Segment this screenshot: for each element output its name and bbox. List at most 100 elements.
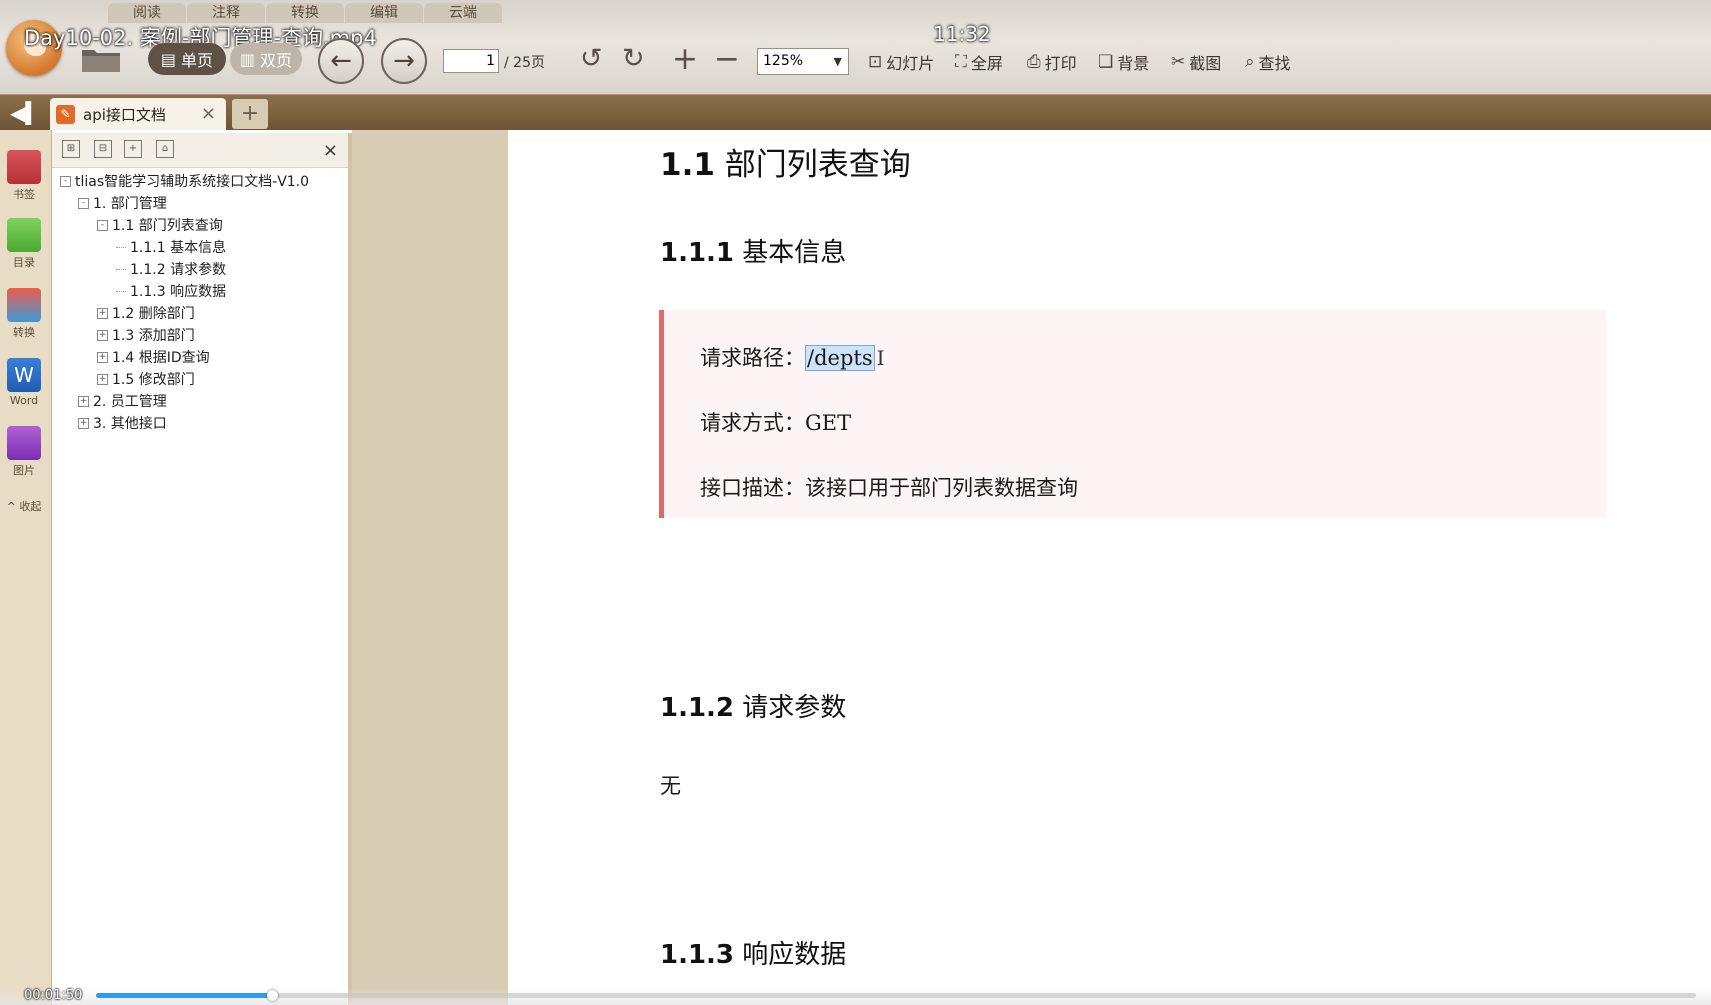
close-tab-icon[interactable]: × (201, 103, 216, 124)
toc-node-label: 1.3 添加部门 (112, 328, 195, 344)
expand-node-icon[interactable]: + (97, 373, 108, 385)
rail-collapse[interactable]: ^ 收起 (0, 498, 48, 514)
collapse-all-icon[interactable]: ⊟ (94, 140, 112, 158)
add-bookmark-icon[interactable]: + (124, 140, 142, 158)
single-page-button[interactable]: ▤ 单页 (148, 43, 226, 75)
top-toolbar: 阅读 注释 转换 编辑 云端 Day10-02. 案例-部门管理-查询.mp4 … (0, 0, 1711, 95)
zoom-select[interactable]: 125% ▼ (757, 48, 849, 75)
expand-all-icon[interactable]: ⊞ (62, 140, 80, 158)
page-total: / 25页 (504, 55, 545, 71)
rail-convert[interactable]: 转换 (0, 288, 48, 340)
rail-bookmark[interactable]: 书签 (0, 150, 48, 202)
single-page-icon: ▤ (160, 49, 177, 69)
expand-node-icon[interactable]: + (78, 417, 89, 429)
arrow-right-icon: → (393, 46, 415, 76)
toc-node-label: 1.2 删除部门 (112, 306, 195, 322)
projector-icon: ⊡ (868, 52, 883, 72)
menu-tab-read[interactable]: 阅读 (108, 3, 186, 23)
toc-node-label: 2. 员工管理 (93, 394, 167, 410)
api-description-label: 接口描述： (700, 476, 805, 500)
rail-toc[interactable]: 目录 (0, 218, 48, 270)
expand-node-icon[interactable]: + (97, 329, 108, 341)
zoom-in-icon[interactable]: + (672, 44, 698, 75)
api-description-line: 接口描述：该接口用于部门列表数据查询 (700, 472, 1078, 502)
heading-1-1-1: 1.1.1 基本信息 (660, 232, 846, 269)
heading-1-1-2: 1.1.2 请求参数 (660, 687, 846, 724)
rail-word-label: Word (9, 394, 39, 407)
toc-node[interactable]: + 1.3 添加部门 (97, 325, 195, 345)
collapse-node-icon[interactable]: - (97, 219, 108, 231)
next-page-button[interactable]: → (381, 38, 427, 84)
fullscreen-icon: ⛶ (955, 52, 967, 72)
menu-tab-edit[interactable]: 编辑 (345, 3, 423, 23)
heading-number: 1.1.2 (660, 693, 735, 723)
heading-number: 1.1.1 (660, 238, 735, 268)
find-button[interactable]: ⌕ 查找 (1245, 50, 1291, 74)
progress-track[interactable] (96, 990, 1696, 1001)
background-button[interactable]: ❏ 背景 (1098, 50, 1149, 74)
toc-node-label: tlias智能学习辅助系统接口文档-V1.0 (75, 174, 310, 190)
page-number-input[interactable] (443, 49, 499, 73)
double-page-button[interactable]: ▥ 双页 (230, 43, 302, 75)
tab-api-doc[interactable]: ✎ api接口文档 × (50, 98, 226, 130)
toc-node[interactable]: + 2. 员工管理 (78, 391, 167, 411)
rotate-left-icon[interactable]: ↺ (580, 44, 603, 74)
toc-node[interactable]: + 3. 其他接口 (78, 413, 167, 433)
screenshot-label: 截图 (1189, 54, 1222, 73)
toc-node[interactable]: - tlias智能学习辅助系统接口文档-V1.0 (60, 171, 309, 191)
fullscreen-label: 全屏 (970, 54, 1003, 73)
toc-node-label: 1.1.3 响应数据 (130, 284, 227, 300)
toc-node-label: 1.1.1 基本信息 (130, 240, 227, 256)
print-button[interactable]: ⎙ 打印 (1027, 50, 1077, 74)
heading-text: 基本信息 (734, 238, 847, 268)
previous-page-button[interactable]: ← (318, 38, 364, 84)
menu-tab-cloud[interactable]: 云端 (424, 3, 502, 23)
api-description-value: 该接口用于部门列表数据查询 (805, 476, 1078, 500)
toc-node[interactable]: + 1.4 根据ID查询 (97, 347, 210, 367)
expand-node-icon[interactable]: + (97, 351, 108, 363)
heading-1-1: 1.1 部门列表查询 (660, 139, 911, 184)
heading-number: 1.1 (660, 147, 715, 183)
zoom-out-icon[interactable]: − (714, 44, 740, 75)
open-folder-icon[interactable] (80, 44, 122, 74)
menu-tab-convert[interactable]: 转换 (266, 3, 344, 23)
expand-node-icon[interactable]: + (97, 307, 108, 319)
toc-node[interactable]: 1.1.1 基本信息 (116, 237, 226, 257)
rail-image[interactable]: 图片 (0, 426, 48, 478)
toc-node[interactable]: + 1.5 修改部门 (97, 369, 195, 389)
toc-node[interactable]: 1.1.2 请求参数 (116, 259, 226, 279)
toc-node-label: 1. 部门管理 (93, 196, 167, 212)
collapse-node-icon[interactable]: - (78, 197, 89, 209)
toc-node-label: 1.4 根据ID查询 (112, 350, 210, 366)
bookmark-outline-icon[interactable]: ⌂ (156, 140, 174, 158)
screenshot-button[interactable]: ✂ 截图 (1171, 50, 1221, 74)
collapse-sidebar-icon[interactable]: ◀▍ (10, 101, 41, 125)
collapse-node-icon[interactable]: - (60, 175, 71, 187)
slideshow-button[interactable]: ⊡ 幻灯片 (868, 50, 934, 74)
rail-word[interactable]: W Word (0, 358, 48, 407)
toc-panel: ⊞ ⊟ + ⌂ × - tlias智能学习辅助系统接口文档-V1.0 - 1. … (52, 133, 352, 1005)
progress-handle[interactable] (267, 990, 278, 1001)
toc-icon (7, 218, 41, 252)
rotate-right-icon[interactable]: ↻ (622, 44, 645, 74)
fullscreen-button[interactable]: ⛶ 全屏 (955, 50, 1003, 74)
request-path-line: 请求路径：/depts I (700, 342, 885, 372)
expand-node-icon[interactable]: + (78, 395, 89, 407)
toc-node[interactable]: - 1.1 部门列表查询 (97, 215, 223, 235)
print-label: 打印 (1044, 54, 1077, 73)
rail-convert-label: 转换 (13, 326, 35, 339)
tree-line (116, 290, 126, 292)
toc-node-label: 1.1.2 请求参数 (130, 262, 227, 278)
toc-node[interactable]: - 1. 部门管理 (78, 193, 167, 213)
menu-tab-annotate[interactable]: 注释 (187, 3, 265, 23)
request-method-value: GET (805, 411, 852, 435)
request-path-value[interactable]: /depts (805, 345, 875, 371)
close-panel-icon[interactable]: × (323, 140, 338, 161)
new-tab-button[interactable]: + (232, 99, 268, 129)
toc-node[interactable]: + 1.2 删除部门 (97, 303, 195, 323)
heading-text: 请求参数 (734, 693, 847, 723)
toc-node-label: 1.5 修改部门 (112, 372, 195, 388)
tab-label: api接口文档 (83, 105, 166, 124)
toc-node[interactable]: 1.1.3 响应数据 (116, 281, 226, 301)
document-page[interactable]: 1.1 部门列表查询 1.1.1 基本信息 请求路径：/depts I 请求方式：… (508, 130, 1711, 1000)
